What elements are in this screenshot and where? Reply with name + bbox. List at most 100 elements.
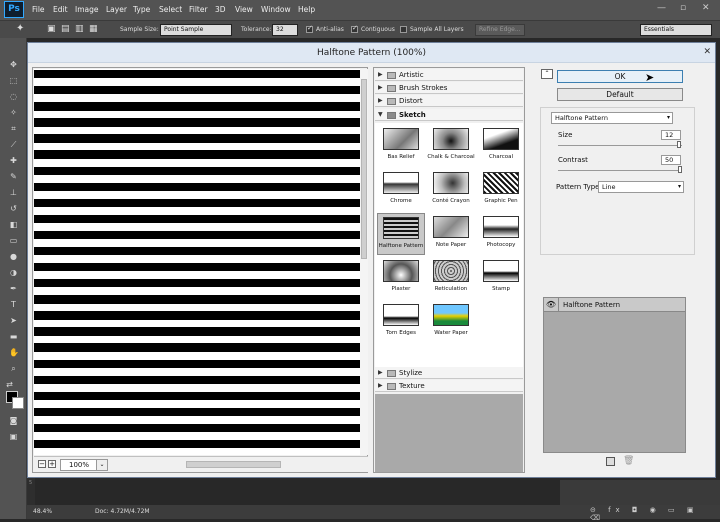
menu-help[interactable]: Help <box>298 5 315 14</box>
size-input[interactable]: 12 <box>661 130 681 140</box>
workspace-select[interactable]: Essentials <box>640 24 712 36</box>
filter-label: Conté Crayon <box>432 198 470 204</box>
eyedropper-tool-icon[interactable]: ⟋ <box>9 140 18 149</box>
filter-thumb-note-paper[interactable]: Note Paper <box>427 213 475 255</box>
dialog-close-icon[interactable]: ✕ <box>703 47 711 57</box>
eye-icon[interactable]: 👁 <box>544 298 559 312</box>
contiguous-label: Contiguous <box>361 26 395 33</box>
category-distort[interactable]: ▶ Distort <box>375 95 523 107</box>
menu-layer[interactable]: Layer <box>106 5 127 14</box>
marquee-tool-icon[interactable]: ⬚ <box>9 76 18 85</box>
hand-tool-icon[interactable]: ✋ <box>9 348 19 357</box>
menu-window[interactable]: Window <box>261 5 291 14</box>
filter-thumb-chalk-charcoal[interactable]: Chalk & Charcoal <box>427 125 475 167</box>
swap-colors-icon[interactable]: ⇄ <box>5 380 14 389</box>
menu-select[interactable]: Select <box>159 5 182 14</box>
filter-thumb-water-paper[interactable]: Water Paper <box>427 301 475 343</box>
menu-view[interactable]: View <box>235 5 253 14</box>
size-slider[interactable] <box>558 145 682 146</box>
menu-file[interactable]: File <box>32 5 45 14</box>
tolerance-input[interactable]: 32 <box>272 24 298 36</box>
close-icon[interactable]: ✕ <box>702 3 710 13</box>
contrast-slider[interactable] <box>558 170 682 171</box>
zoom-in-button[interactable]: + <box>48 460 56 468</box>
filter-label: Stamp <box>492 286 510 292</box>
filter-label: Graphic Pen <box>484 198 518 204</box>
menu-image[interactable]: Image <box>75 5 99 14</box>
gradient-tool-icon[interactable]: ▭ <box>9 236 18 245</box>
filter-thumb-chrome[interactable]: Chrome <box>377 169 425 211</box>
brush-tool-icon[interactable]: ✎ <box>9 172 18 181</box>
sample-all-layers-checkbox[interactable] <box>400 26 407 33</box>
pattern-type-select[interactable]: Line ▾ <box>598 181 684 193</box>
magic-wand-tool-icon[interactable]: ✧ <box>9 108 18 117</box>
ok-button[interactable]: OK <box>557 70 683 83</box>
filter-thumb-photocopy[interactable]: Photocopy <box>477 213 525 255</box>
filter-thumb-graphic-pen[interactable]: Graphic Pen <box>477 169 525 211</box>
background-color-swatch[interactable] <box>12 397 24 409</box>
category-label: Stylize <box>399 369 423 377</box>
new-effect-layer-icon[interactable] <box>606 457 615 466</box>
selection-mode-subtract-icon[interactable]: ▥ <box>75 24 84 34</box>
maximize-icon[interactable]: ▫ <box>680 3 686 13</box>
sample-size-select[interactable]: Point Sample <box>160 24 232 36</box>
pen-tool-icon[interactable]: ✒ <box>9 284 18 293</box>
filter-thumb-stamp[interactable]: Stamp <box>477 257 525 299</box>
zoom-tool-icon[interactable]: ⌕ <box>9 364 18 373</box>
screen-mode-icon[interactable]: ▣ <box>9 432 18 441</box>
history-brush-tool-icon[interactable]: ↺ <box>9 204 18 213</box>
filter-thumb-halftone-pattern[interactable]: Halftone Pattern <box>377 213 425 255</box>
refine-edge-button[interactable]: Refine Edge... <box>475 24 525 36</box>
filter-select[interactable]: Halftone Pattern ▾ <box>551 112 673 124</box>
selection-mode-new-icon[interactable]: ▣ <box>47 24 56 34</box>
move-tool-icon[interactable]: ✥ <box>9 60 18 69</box>
menu-3d[interactable]: 3D <box>215 5 226 14</box>
zoom-dropdown-icon[interactable]: ⌄ <box>96 459 108 471</box>
antialias-checkbox[interactable] <box>306 24 313 33</box>
dodge-tool-icon[interactable]: ◑ <box>9 268 18 277</box>
quick-mask-icon[interactable]: ◙ <box>9 416 18 425</box>
default-button[interactable]: Default <box>557 88 683 101</box>
size-slider-handle[interactable] <box>677 141 681 148</box>
collapse-gallery-icon[interactable]: ⌃ <box>541 69 553 79</box>
category-texture[interactable]: ▶ Texture <box>375 380 523 392</box>
lasso-tool-icon[interactable]: ◌ <box>9 92 18 101</box>
horizontal-scroll-thumb[interactable] <box>186 461 281 468</box>
category-sketch[interactable]: ▼ Sketch <box>375 109 523 121</box>
category-artistic[interactable]: ▶ Artistic <box>375 69 523 81</box>
contrast-input[interactable]: 50 <box>661 155 681 165</box>
shape-tool-icon[interactable]: ▬ <box>9 332 18 341</box>
category-stylize[interactable]: ▶ Stylize <box>375 367 523 379</box>
selection-mode-intersect-icon[interactable]: ▦ <box>89 24 98 34</box>
effect-layer-row[interactable]: 👁 Halftone Pattern <box>544 298 685 312</box>
category-brush-strokes[interactable]: ▶ Brush Strokes <box>375 82 523 94</box>
blur-tool-icon[interactable]: ● <box>9 252 18 261</box>
menu-edit[interactable]: Edit <box>53 5 68 14</box>
crop-tool-icon[interactable]: ⌗ <box>9 124 18 133</box>
type-tool-icon[interactable]: T <box>9 300 18 309</box>
clone-stamp-tool-icon[interactable]: ⊥ <box>9 188 18 197</box>
contrast-slider-handle[interactable] <box>678 166 682 173</box>
layers-panel-icons[interactable]: ⊝ fx ◘ ◉ ▭ ▣ ⌫ <box>590 506 720 522</box>
healing-brush-tool-icon[interactable]: ✚ <box>9 156 18 165</box>
vertical-scroll-thumb[interactable] <box>361 79 367 259</box>
filter-thumb-charcoal[interactable]: Charcoal <box>477 125 525 167</box>
minimize-icon[interactable]: — <box>657 3 666 13</box>
trash-icon[interactable]: 🗑 <box>623 457 634 466</box>
menu-type[interactable]: Type <box>133 5 150 14</box>
eraser-tool-icon[interactable]: ◧ <box>9 220 18 229</box>
filter-thumb-plaster[interactable]: Plaster <box>377 257 425 299</box>
filter-thumb-bas-relief[interactable]: Bas Relief <box>377 125 425 167</box>
selection-mode-add-icon[interactable]: ▤ <box>61 24 70 34</box>
magic-wand-icon[interactable]: ✦ <box>16 23 24 34</box>
filter-thumb-torn-edges[interactable]: Torn Edges <box>377 301 425 343</box>
zoom-out-button[interactable]: − <box>38 460 46 468</box>
menu-filter[interactable]: Filter <box>189 5 208 14</box>
preview-canvas[interactable] <box>34 69 360 455</box>
preview-horizontal-scrollbar[interactable] <box>116 460 351 469</box>
preview-vertical-scrollbar[interactable] <box>360 69 368 455</box>
filter-thumb-cont-crayon[interactable]: Conté Crayon <box>427 169 475 211</box>
path-selection-tool-icon[interactable]: ➤ <box>9 316 18 325</box>
filter-thumb-reticulation[interactable]: Reticulation <box>427 257 475 299</box>
contiguous-checkbox[interactable] <box>351 24 358 33</box>
